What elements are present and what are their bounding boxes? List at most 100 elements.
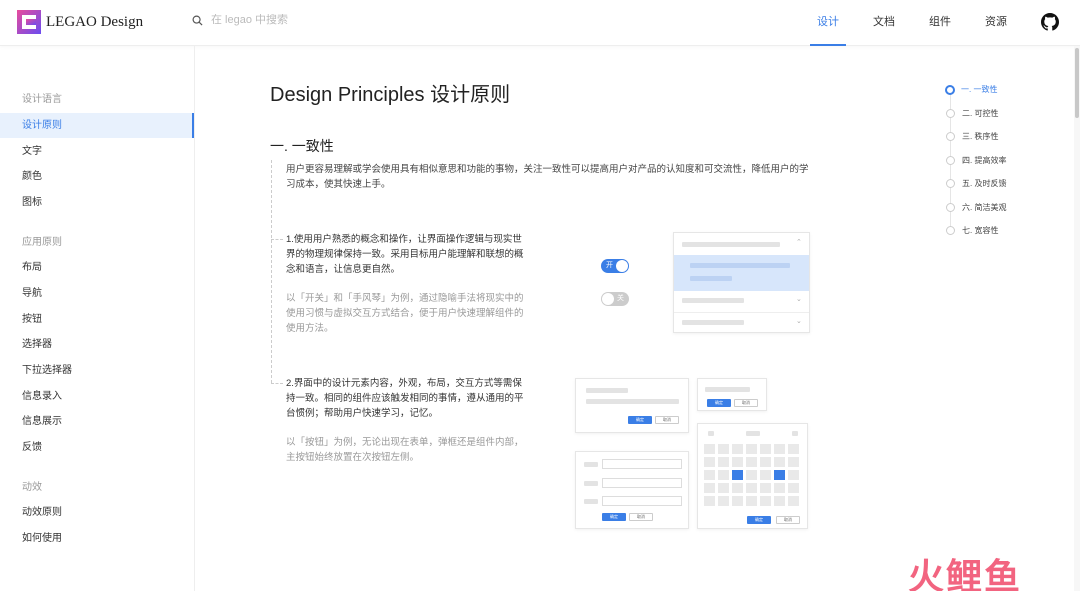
toc-item-simplicity[interactable]: 六. 简洁美观 bbox=[946, 202, 1006, 213]
calendar-cell bbox=[788, 496, 799, 506]
calendar-cell bbox=[704, 470, 715, 480]
toggle-off-illustration: 关 bbox=[601, 292, 629, 306]
calendar-cell bbox=[774, 470, 785, 480]
calendar-cell bbox=[760, 483, 771, 493]
sidebar-item-motion-principles[interactable]: 动效原则 bbox=[0, 500, 194, 525]
toggle-off-label: 关 bbox=[617, 295, 624, 302]
calendar-cell bbox=[704, 457, 715, 467]
calendar-cell bbox=[718, 470, 729, 480]
sidebar-group-title: 动效 bbox=[22, 482, 42, 493]
calendar-cell bbox=[704, 483, 715, 493]
toc-label: 四. 提高效率 bbox=[962, 156, 1007, 165]
calendar-cell bbox=[718, 457, 729, 467]
sidebar-item-how-to-use[interactable]: 如何使用 bbox=[0, 526, 194, 551]
scrollbar-thumb[interactable] bbox=[1075, 48, 1079, 118]
toc-label: 三. 秩序性 bbox=[962, 132, 999, 141]
logo-text: LEGAO Design bbox=[46, 13, 144, 30]
form-illustration: 确定 取消 bbox=[575, 451, 689, 529]
sidebar-item-design-principles[interactable]: 设计原则 bbox=[0, 113, 194, 138]
toc-item-controllability[interactable]: 二. 可控性 bbox=[946, 108, 998, 119]
calendar-cell bbox=[732, 444, 743, 454]
calendar-cell bbox=[732, 470, 743, 480]
calendar-cell bbox=[732, 483, 743, 493]
toc-dot bbox=[946, 156, 955, 165]
point-1-text: 1.使用用户熟悉的概念和操作，让界面操作逻辑与现实世界的物理规律保持一致。采用目… bbox=[286, 234, 524, 275]
calendar-cell bbox=[760, 457, 771, 467]
calendar-cell bbox=[788, 470, 799, 480]
calendar-cell bbox=[760, 470, 771, 480]
calendar-cell bbox=[718, 496, 729, 506]
sidebar-item-dropdown[interactable]: 下拉选择器 bbox=[0, 358, 194, 383]
scrollbar-track[interactable] bbox=[1074, 46, 1080, 591]
calendar-cell bbox=[788, 483, 799, 493]
sidebar-item-navigation[interactable]: 导航 bbox=[0, 281, 194, 306]
toc-item-tolerance[interactable]: 七. 宽容性 bbox=[946, 225, 998, 236]
calendar-cell bbox=[732, 457, 743, 467]
calendar-cell bbox=[774, 483, 785, 493]
toc-label: 六. 简洁美观 bbox=[962, 203, 1007, 212]
legao-logo-icon bbox=[17, 10, 41, 34]
sidebar-item-feedback[interactable]: 反馈 bbox=[0, 435, 194, 460]
toc-item-order[interactable]: 三. 秩序性 bbox=[946, 131, 998, 142]
sidebar-item-button[interactable]: 按钮 bbox=[0, 307, 194, 332]
toggle-on-illustration: 开 bbox=[601, 259, 629, 273]
toc-dot bbox=[946, 226, 955, 235]
calendar-cell bbox=[774, 496, 785, 506]
calendar-cell bbox=[718, 483, 729, 493]
timeline-line bbox=[271, 160, 272, 383]
sidebar-item-color[interactable]: 颜色 bbox=[0, 164, 194, 189]
sidebar-item-display[interactable]: 信息展示 bbox=[0, 409, 194, 434]
calendar-cell bbox=[746, 483, 757, 493]
section-title: 一. 一致性 bbox=[270, 138, 334, 154]
secondary-button-sample: 取消 bbox=[629, 513, 653, 521]
popover-illustration: 确定 取消 bbox=[697, 378, 767, 411]
toc-label: 七. 宽容性 bbox=[962, 226, 999, 235]
sidebar-item-layout[interactable]: 布局 bbox=[0, 255, 194, 280]
github-icon[interactable] bbox=[1041, 13, 1059, 31]
secondary-button-sample: 取消 bbox=[776, 516, 800, 524]
search-input[interactable] bbox=[211, 14, 361, 26]
nav-docs[interactable]: 文档 bbox=[856, 0, 912, 46]
calendar-cell bbox=[760, 444, 771, 454]
search-icon bbox=[192, 15, 203, 26]
top-nav: 设计 文档 组件 资源 bbox=[800, 0, 1024, 46]
toc-item-feedback[interactable]: 五. 及时反馈 bbox=[946, 178, 1006, 189]
calendar-cell bbox=[704, 496, 715, 506]
primary-button-sample: 确定 bbox=[707, 399, 731, 407]
calendar-cell bbox=[774, 457, 785, 467]
toc-dot bbox=[945, 84, 955, 95]
sidebar-item-selector[interactable]: 选择器 bbox=[0, 332, 194, 357]
top-header: LEGAO Design 设计 文档 组件 资源 bbox=[0, 0, 1080, 46]
toggle-on-label: 开 bbox=[606, 262, 613, 269]
toc-item-efficiency[interactable]: 四. 提高效率 bbox=[946, 155, 1006, 166]
toc-item-consistency[interactable]: 一. 一致性 bbox=[945, 84, 998, 95]
secondary-button-sample: 取消 bbox=[734, 399, 758, 407]
toc-label: 一. 一致性 bbox=[961, 85, 998, 94]
primary-button-sample: 确定 bbox=[747, 516, 771, 524]
sidebar-item-input[interactable]: 信息录入 bbox=[0, 384, 194, 409]
page-title: Design Principles 设计原则 bbox=[270, 84, 511, 106]
nav-resources[interactable]: 资源 bbox=[968, 0, 1024, 46]
calendar-cell bbox=[746, 444, 757, 454]
sidebar-item-typography[interactable]: 文字 bbox=[0, 139, 194, 164]
sidebar-item-icon[interactable]: 图标 bbox=[0, 190, 194, 215]
timeline-tick bbox=[271, 383, 283, 384]
toc-dot bbox=[946, 132, 955, 141]
search-box[interactable] bbox=[192, 14, 361, 26]
nav-design[interactable]: 设计 bbox=[800, 0, 856, 46]
point-1-example: 以「开关」和「手风琴」为例，通过隐喻手法将现实中的使用习惯与虚拟交互方式结合，便… bbox=[286, 293, 524, 334]
toc-label: 五. 及时反馈 bbox=[962, 179, 1007, 188]
calendar-cell bbox=[746, 470, 757, 480]
point-2-text: 2.界面中的设计元素内容，外观，布局，交互方式等需保持一致。相同的组件应该触发相… bbox=[286, 378, 524, 419]
sidebar: 设计语言 设计原则 文字 颜色 图标 应用原则 布局 导航 按钮 选择器 下拉选… bbox=[0, 46, 195, 591]
calendar-cell bbox=[718, 444, 729, 454]
logo[interactable]: LEGAO Design bbox=[17, 10, 143, 34]
primary-button-sample: 确定 bbox=[628, 416, 652, 424]
toc-dot bbox=[946, 203, 955, 212]
toc-dot bbox=[946, 179, 955, 188]
sidebar-group-title: 设计语言 bbox=[22, 94, 62, 105]
calendar-cell bbox=[760, 496, 771, 506]
point-2-example: 以「按钮」为例，无论出现在表单，弹框还是组件内部，主按钮始终放置在次按钮左侧。 bbox=[286, 437, 524, 463]
nav-components[interactable]: 组件 bbox=[912, 0, 968, 46]
dialog-illustration: 确定 取消 bbox=[575, 378, 689, 433]
